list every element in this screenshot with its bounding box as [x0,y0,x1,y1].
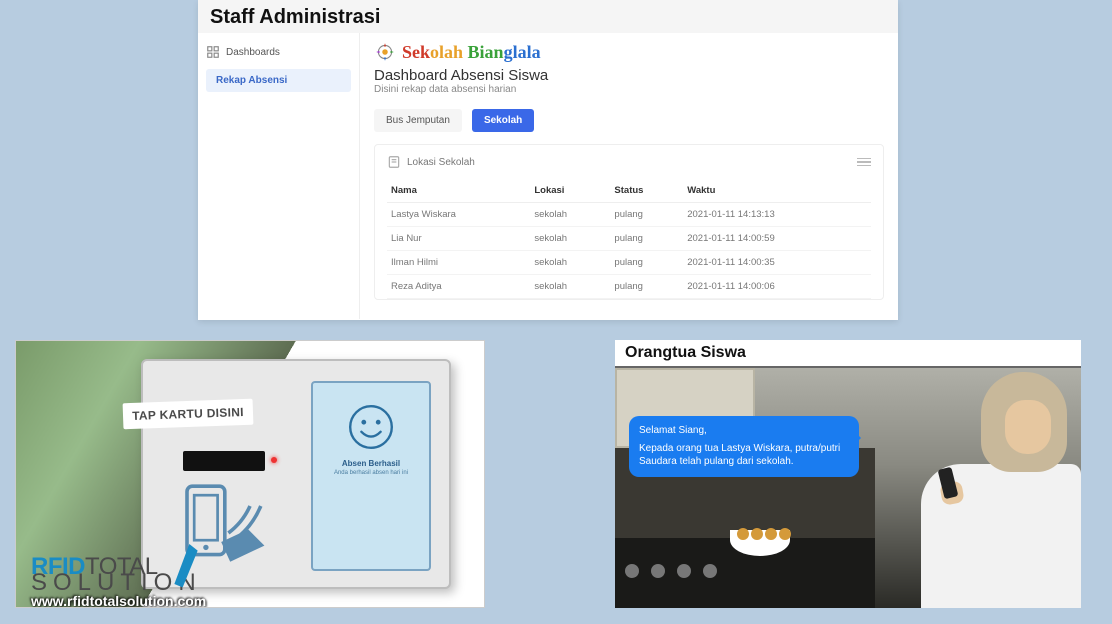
col-status: Status [610,179,683,203]
cell-waktu: 2021-01-11 14:00:06 [683,275,871,299]
sidebar-item-rekap-absensi[interactable]: Rekap Absensi [206,69,351,92]
cell-status: pulang [610,251,683,275]
col-nama: Nama [387,179,530,203]
sidebar-section-label: Dashboards [226,47,280,58]
attendance-table: Nama Lokasi Status Waktu Lastya Wiskaras… [387,179,871,299]
stove-knob-icon [677,564,691,578]
smiley-icon [347,403,395,451]
parent-title: Orangtua Siswa [615,340,1081,366]
cell-status: pulang [610,203,683,227]
cell-status: pulang [610,227,683,251]
cell-waktu: 2021-01-11 14:13:13 [683,203,871,227]
cell-lokasi: sekolah [530,227,610,251]
cell-lokasi: sekolah [530,203,610,227]
device-panel: TAP KARTU DISINI Absen Berhasil Anda ber… [15,340,485,608]
cell-nama: Lia Nur [387,227,530,251]
cell-waktu: 2021-01-11 14:00:35 [683,251,871,275]
cell-nama: Lastya Wiskara [387,203,530,227]
sidebar-section: Dashboards [206,45,351,59]
sidebar: Dashboards Rekap Absensi [198,33,360,319]
col-lokasi: Lokasi [530,179,610,203]
cell-status: pulang [610,275,683,299]
dashboard-header: Staff Administrasi [198,0,898,33]
card-slot [183,451,265,471]
school-logo-icon [374,41,396,63]
page-title: Dashboard Absensi Siswa [374,67,884,84]
table-row[interactable]: Lastya Wiskarasekolahpulang2021-01-11 14… [387,203,871,227]
table-row[interactable]: Ilman Hilmisekolahpulang2021-01-11 14:00… [387,251,871,275]
card-title: Lokasi Sekolah [407,157,475,168]
parent-panel: Orangtua Siswa Selamat Siang, Kepada [615,340,1081,608]
cell-nama: Reza Aditya [387,275,530,299]
cell-lokasi: sekolah [530,275,610,299]
brand-url: www.rfidtotalsolution.com [31,593,206,608]
table-row[interactable]: Lia Nursekolahpulang2021-01-11 14:00:59 [387,227,871,251]
dashboard-icon [206,45,220,59]
tabs: Bus Jemputan Sekolah [374,109,884,132]
main-content: Sekolah Bianglala Dashboard Absensi Sisw… [360,33,898,319]
screen-message: Anda berhasil absen hari ini [324,468,418,478]
sms-bubble: Selamat Siang, Kepada orang tua Lastya W… [629,416,859,477]
cell-lokasi: sekolah [530,251,610,275]
table-row[interactable]: Reza Adityasekolahpulang2021-01-11 14:00… [387,275,871,299]
led-indicator-icon [271,457,277,463]
tab-sekolah[interactable]: Sekolah [472,109,534,132]
tap-label: TAP KARTU DISINI [123,399,254,430]
school-brand-text: Sekolah Bianglala [402,42,541,63]
app-title: Staff Administrasi [210,6,886,29]
stove-knob-icon [625,564,639,578]
stove-knob-icon [651,564,665,578]
parent-figure [911,372,1081,608]
dashboard-panel: Staff Administrasi Dashboards Rekap Abse… [198,0,898,320]
cell-nama: Ilman Hilmi [387,251,530,275]
cell-waktu: 2021-01-11 14:00:59 [683,227,871,251]
kitchen-scene: Selamat Siang, Kepada orang tua Lastya W… [615,368,1081,608]
sms-body: Kepada orang tua Lastya Wiskara, putra/p… [639,442,849,469]
sms-greeting: Selamat Siang, [639,424,849,438]
tab-bus-jemputan[interactable]: Bus Jemputan [374,109,462,132]
col-waktu: Waktu [683,179,871,203]
device-screen: Absen Berhasil Anda berhasil absen hari … [311,381,431,571]
attendance-card: Lokasi Sekolah Nama Lokasi Status Waktu … [374,144,884,300]
card-menu-icon[interactable] [857,158,871,167]
school-brand: Sekolah Bianglala [374,41,884,63]
arrow-icon [166,539,206,589]
location-icon [387,155,401,169]
stove-knob-icon [703,564,717,578]
page-subtitle: Disini rekap data absensi harian [374,84,884,95]
screen-status: Absen Berhasil [342,459,400,468]
